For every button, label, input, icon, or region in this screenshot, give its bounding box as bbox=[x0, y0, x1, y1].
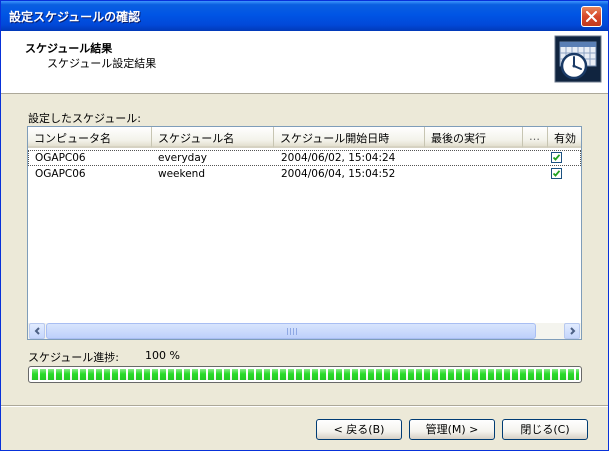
cell-start: 2004/06/02, 15:04:24 bbox=[281, 152, 396, 164]
close-button[interactable]: 閉じる(C) bbox=[502, 419, 588, 440]
cell-schedule: everyday bbox=[158, 152, 207, 164]
chevron-right-icon bbox=[570, 327, 576, 335]
horizontal-scrollbar[interactable] bbox=[28, 323, 581, 339]
cell-computer: OGAPC06 bbox=[35, 168, 86, 180]
enabled-checkbox[interactable] bbox=[551, 152, 562, 163]
table-row[interactable]: OGAPC06 weekend 2004/06/04, 15:04:52 bbox=[28, 166, 581, 182]
close-icon bbox=[586, 11, 597, 22]
wizard-header: スケジュール結果 スケジュール設定結果 bbox=[1, 31, 608, 94]
column-header-enabled[interactable]: 有効 bbox=[548, 127, 581, 148]
window-title: 設定スケジュールの確認 bbox=[9, 10, 141, 24]
scroll-left-button[interactable] bbox=[29, 323, 45, 339]
schedule-list-label: 設定したスケジュール: bbox=[28, 112, 141, 125]
table-row[interactable]: OGAPC06 everyday 2004/06/02, 15:04:24 bbox=[28, 150, 581, 166]
cell-computer: OGAPC06 bbox=[35, 152, 86, 164]
divider bbox=[1, 405, 608, 407]
close-window-button[interactable] bbox=[581, 6, 602, 27]
progress-bar bbox=[28, 366, 582, 383]
column-header-last-run[interactable]: 最後の実行 bbox=[425, 127, 523, 148]
progress-value: 100 % bbox=[145, 349, 180, 362]
column-header-extra[interactable]: … bbox=[523, 127, 548, 148]
schedule-list[interactable]: コンピュータ名 スケジュール名 スケジュール開始日時 最後の実行 … 有効 OG… bbox=[27, 126, 582, 340]
scroll-thumb[interactable] bbox=[46, 323, 536, 339]
schedule-clock-icon bbox=[554, 35, 602, 83]
progress-fill bbox=[31, 369, 579, 380]
cell-schedule: weekend bbox=[158, 168, 205, 180]
progress-label: スケジュール進捗: bbox=[28, 351, 119, 364]
scroll-right-button[interactable] bbox=[564, 323, 580, 339]
cell-start: 2004/06/04, 15:04:52 bbox=[281, 168, 396, 180]
checkmark-icon bbox=[552, 170, 561, 177]
column-header-computer[interactable]: コンピュータ名 bbox=[28, 127, 152, 148]
header-title: スケジュール結果 bbox=[25, 42, 113, 55]
column-header-schedule[interactable]: スケジュール名 bbox=[152, 127, 274, 148]
dialog-window: 設定スケジュールの確認 スケジュール結果 スケジュール設定結果 設定したスケジュ… bbox=[0, 0, 609, 451]
chevron-left-icon bbox=[34, 327, 40, 335]
title-bar[interactable]: 設定スケジュールの確認 bbox=[1, 1, 608, 31]
back-button[interactable]: < 戻る(B) bbox=[316, 419, 402, 440]
checkmark-icon bbox=[552, 154, 561, 161]
header-subtitle: スケジュール設定結果 bbox=[47, 57, 157, 70]
manage-button[interactable]: 管理(M) > bbox=[409, 419, 495, 440]
column-header-start[interactable]: スケジュール開始日時 bbox=[274, 127, 425, 148]
enabled-checkbox[interactable] bbox=[551, 168, 562, 179]
